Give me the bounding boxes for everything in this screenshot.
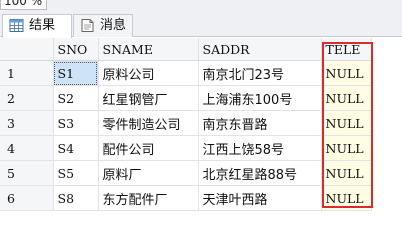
results-tab-bar: 结果 消息 [0,10,402,38]
cell-sno[interactable]: S8 [53,185,99,211]
cell-saddr[interactable]: 上海浦东100号 [198,85,322,111]
cell-sname[interactable]: 原料公司 [98,60,199,86]
cell-sno[interactable]: S4 [53,135,99,161]
table-row: 4 S4 配件公司 江西上饶58号 NULL [0,135,372,161]
cell-tele[interactable]: NULL [321,85,372,111]
cell-sno[interactable]: S2 [53,85,99,111]
tab-results[interactable]: 结果 [2,14,72,38]
cell-sname[interactable]: 零件制造公司 [98,110,199,136]
table-row: 1 S1 原料公司 南京北门23号 NULL [0,60,372,86]
cell-saddr[interactable]: 江西上饶58号 [198,135,322,161]
cell-saddr[interactable]: 天津叶西路 [198,185,322,211]
row-number[interactable]: 5 [0,160,54,186]
cell-tele[interactable]: NULL [321,135,372,161]
column-header-sname[interactable]: SNAME [98,38,199,61]
tab-messages-label: 消息 [100,18,127,33]
cell-tele[interactable]: NULL [321,110,372,136]
column-header-sno[interactable]: SNO [53,38,99,61]
column-header-saddr[interactable]: SADDR [198,38,322,61]
cell-sname[interactable]: 原料厂 [98,160,199,186]
table-row: 5 S5 原料厂 北京红星路88号 NULL [0,160,372,186]
table-row: 6 S8 东方配件厂 天津叶西路 NULL [0,185,372,211]
cell-saddr[interactable]: 北京红星路88号 [198,160,322,186]
row-number[interactable]: 4 [0,135,54,161]
table-row: 3 S3 零件制造公司 南京东晋路 NULL [0,110,372,136]
row-number[interactable]: 2 [0,85,54,111]
cell-tele[interactable]: NULL [321,160,372,186]
cell-sno[interactable]: S1 [53,60,99,86]
top-strip: 100 % [0,0,402,10]
results-table: SNO SNAME SADDR TELE 1 S1 原料公司 南京北门23号 N… [0,38,372,211]
header-row: SNO SNAME SADDR TELE [0,38,372,61]
cell-tele[interactable]: NULL [321,185,372,211]
cell-sname[interactable]: 配件公司 [98,135,199,161]
cell-tele[interactable]: NULL [321,60,372,86]
results-grid[interactable]: SNO SNAME SADDR TELE 1 S1 原料公司 南京北门23号 N… [0,38,402,235]
column-header-tele[interactable]: TELE [321,38,372,61]
row-selector-header[interactable] [0,38,54,61]
tab-messages[interactable]: 消息 [73,14,133,37]
cell-saddr[interactable]: 南京东晋路 [198,110,322,136]
table-row: 2 S2 红星钢管厂 上海浦东100号 NULL [0,85,372,111]
row-number[interactable]: 6 [0,185,54,211]
cell-sname[interactable]: 红星钢管厂 [98,85,199,111]
zoom-level-dropdown[interactable]: 100 % [0,0,48,10]
cell-sno[interactable]: S5 [53,160,99,186]
row-number[interactable]: 3 [0,110,54,136]
messages-icon [81,19,94,32]
tab-results-label: 结果 [29,18,56,33]
row-number[interactable]: 1 [0,60,54,86]
cell-saddr[interactable]: 南京北门23号 [198,60,322,86]
cell-sno[interactable]: S3 [53,110,99,136]
results-grid-icon [9,19,24,32]
cell-sname[interactable]: 东方配件厂 [98,185,199,211]
